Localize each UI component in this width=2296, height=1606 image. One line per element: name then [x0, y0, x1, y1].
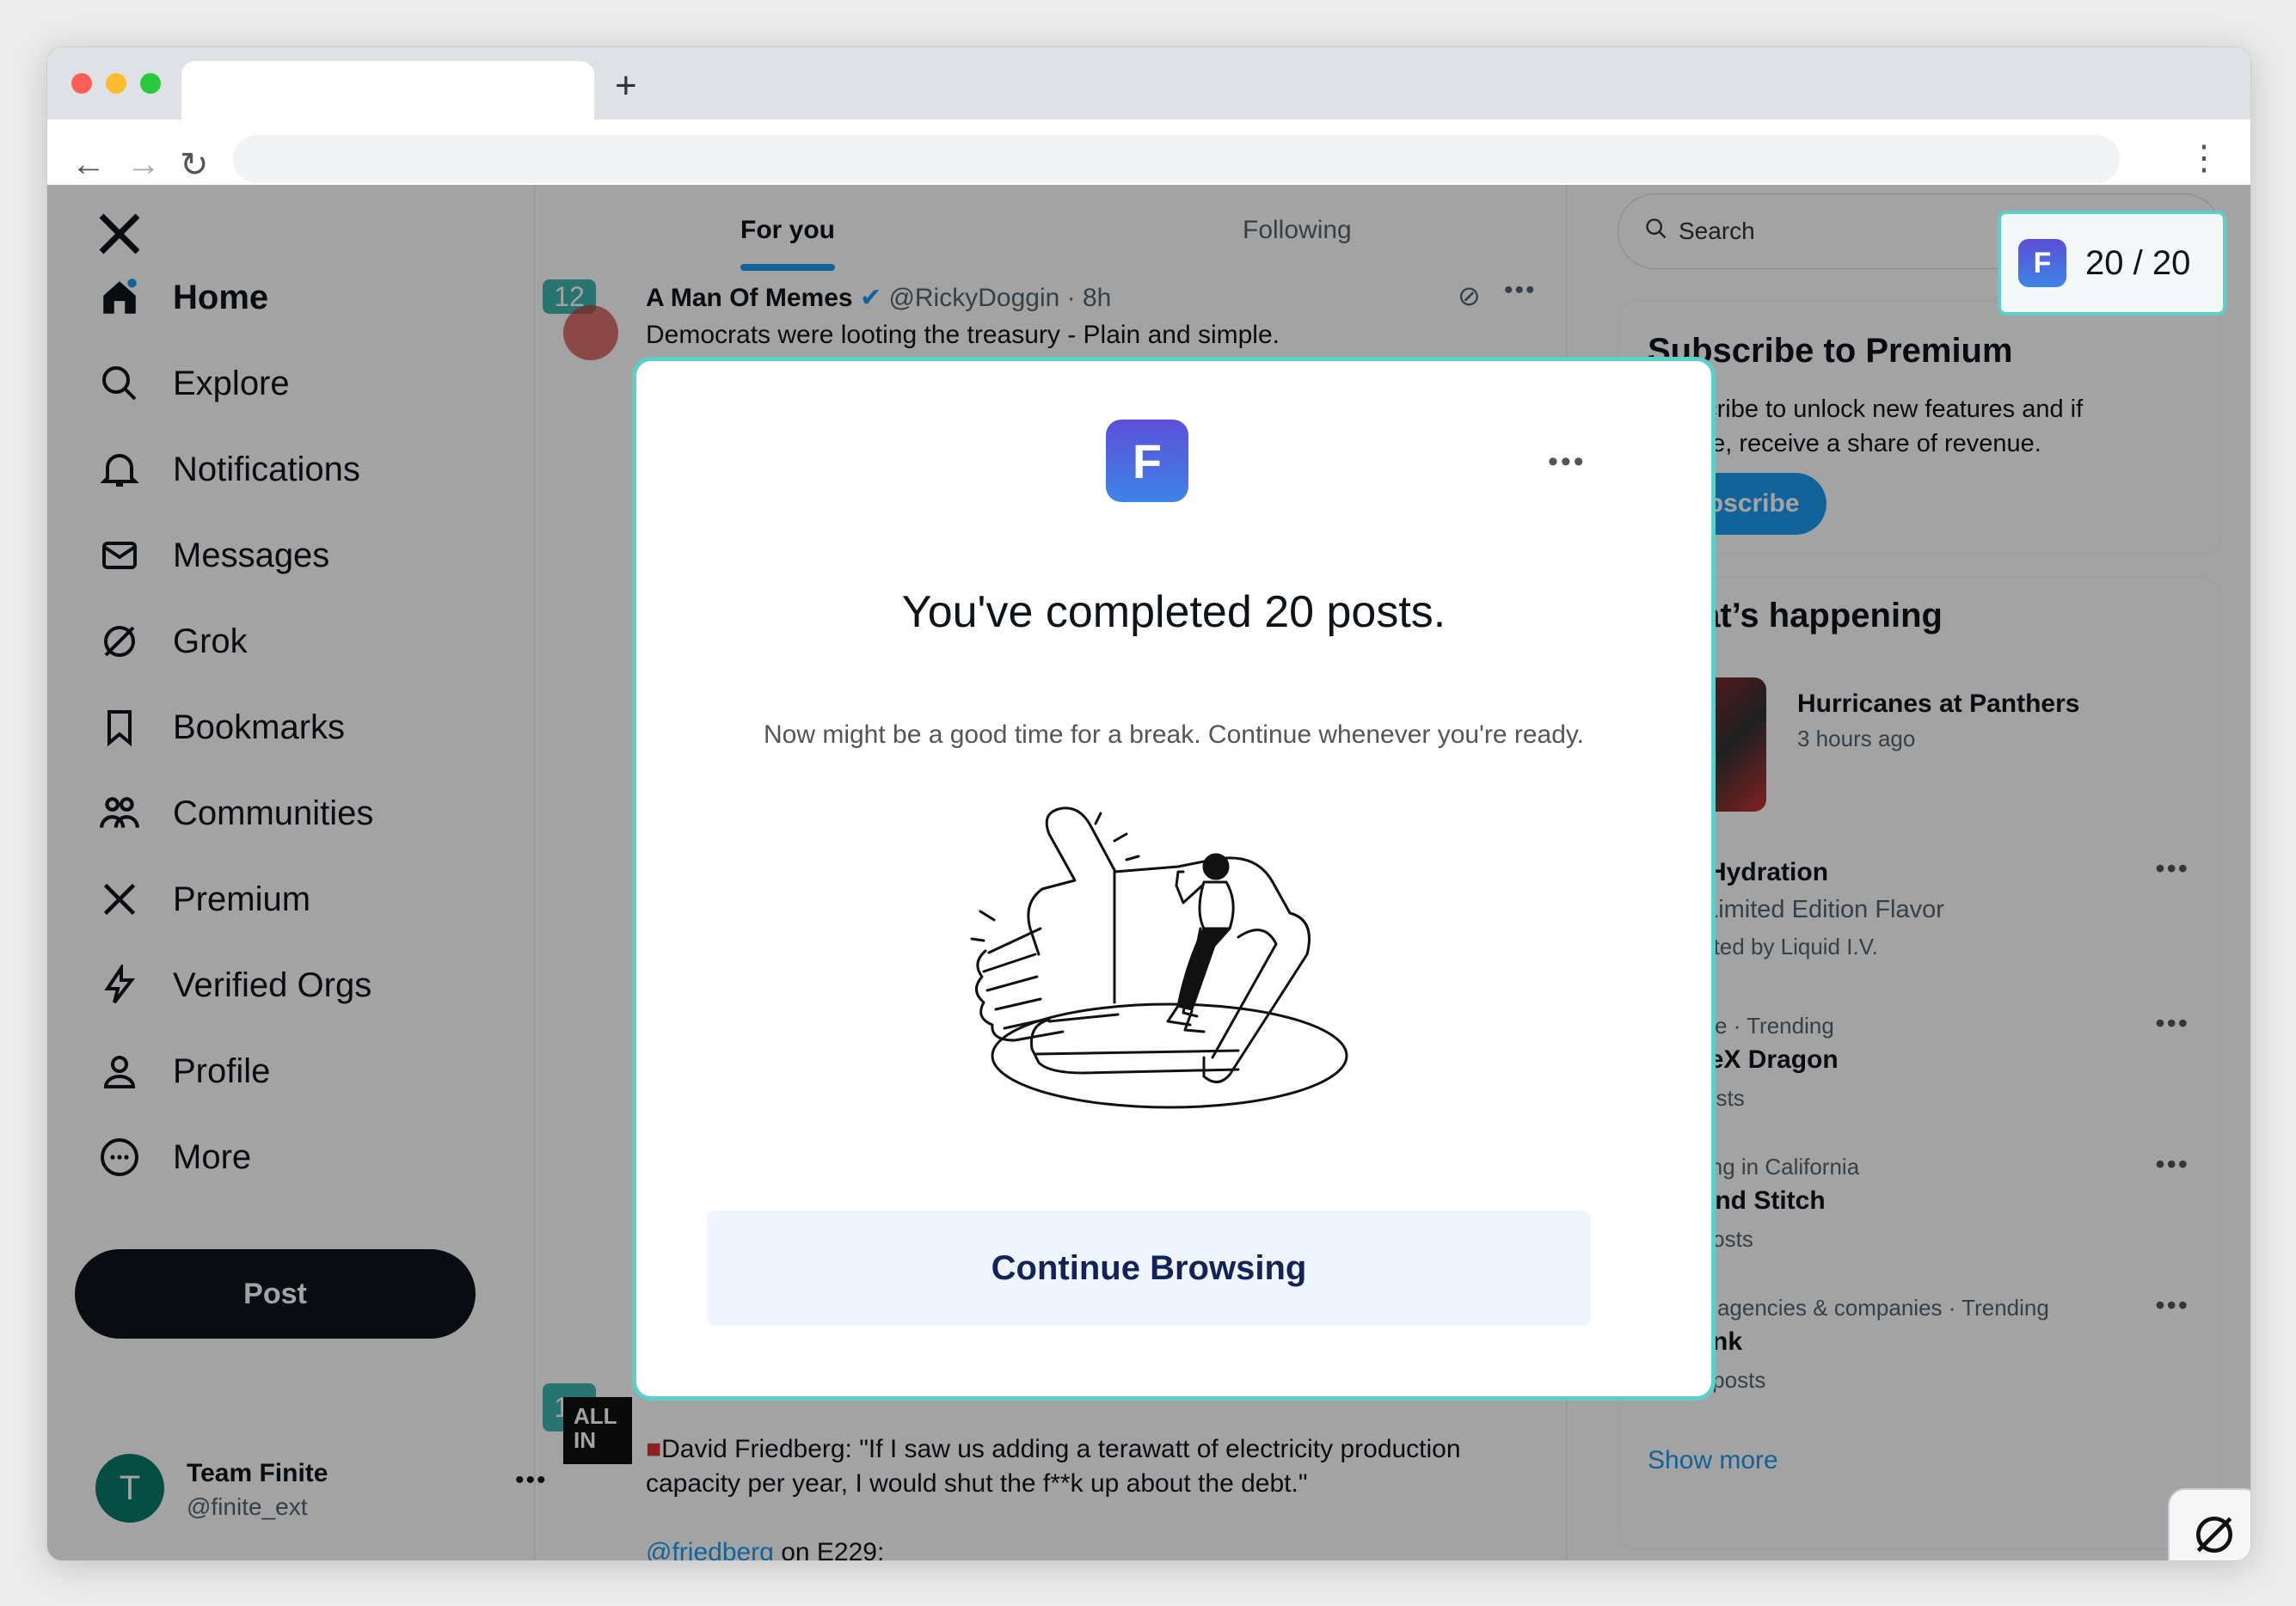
relaxing-illustration — [970, 806, 1348, 1109]
modal-subtitle: Now might be a good time for a break. Co… — [763, 720, 1585, 749]
extension-counter[interactable]: F 20 / 20 — [1998, 211, 2226, 316]
close-window-dot[interactable] — [71, 73, 92, 94]
new-tab-icon[interactable]: + — [615, 64, 637, 107]
browser-window: + ← → ↻ ⋮ Home Explore Notifications Mes… — [46, 46, 2251, 1561]
maximize-window-dot[interactable] — [140, 73, 161, 94]
modal-title: You've completed 20 posts. — [901, 587, 1446, 637]
more-horizontal-icon[interactable]: ••• — [1548, 445, 1587, 479]
counter-value: 20 / 20 — [2085, 243, 2191, 282]
browser-menu-icon[interactable]: ⋮ — [2187, 138, 2221, 178]
continue-browsing-button[interactable]: Continue Browsing — [707, 1211, 1591, 1326]
finite-logo-icon: F — [2018, 239, 2066, 287]
browser-tab[interactable] — [181, 61, 594, 120]
break-modal: F ••• You've completed 20 posts. Now mig… — [632, 357, 1716, 1401]
back-icon[interactable]: ← — [71, 145, 106, 184]
grok-floating-button[interactable] — [2168, 1488, 2250, 1560]
forward-icon[interactable]: → — [126, 145, 161, 184]
address-bar[interactable] — [233, 135, 2120, 183]
reload-icon[interactable]: ↻ — [180, 145, 209, 185]
finite-logo-icon: F — [1106, 420, 1188, 502]
grok-icon — [2196, 1517, 2232, 1553]
minimize-window-dot[interactable] — [106, 73, 126, 94]
tab-bar: + — [47, 47, 2250, 120]
